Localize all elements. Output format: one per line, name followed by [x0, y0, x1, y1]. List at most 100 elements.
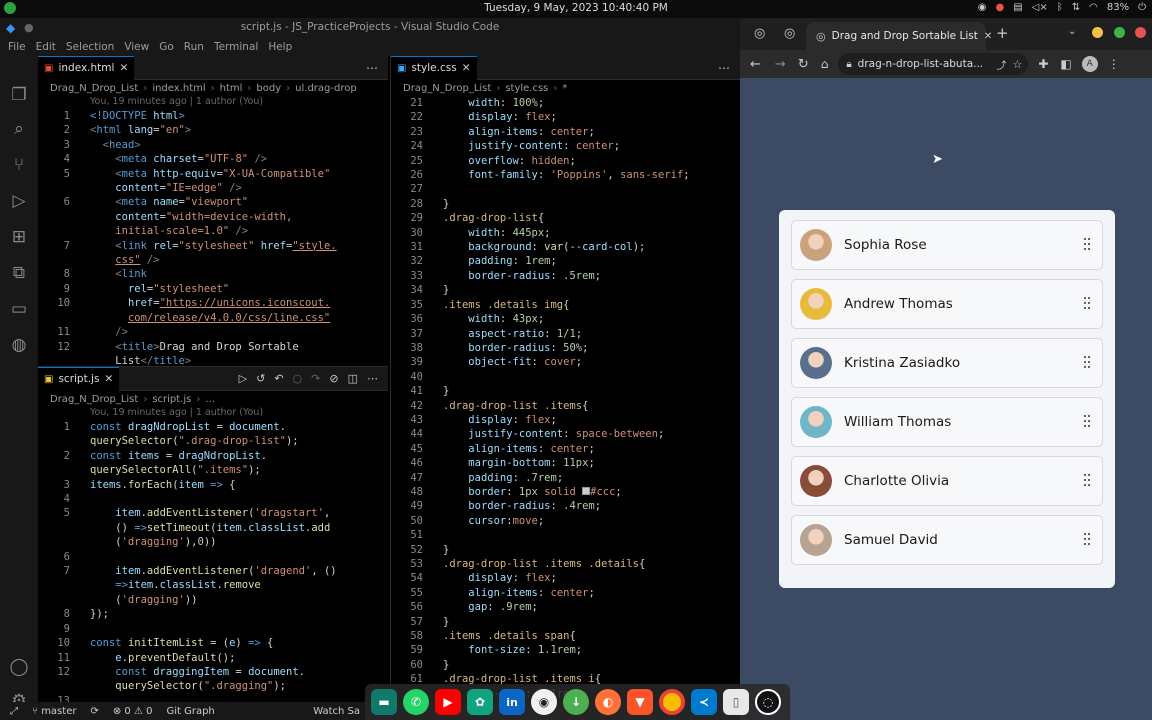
lock-icon[interactable]: 🔒︎: [846, 59, 851, 70]
search-icon[interactable]: ⌕: [8, 118, 30, 140]
maximize-button[interactable]: [1114, 27, 1125, 38]
app-indicator-icon[interactable]: ◉: [978, 2, 987, 13]
chevron-down-icon[interactable]: ⌄: [1068, 26, 1076, 37]
breadcrumb-folder[interactable]: Drag_N_Drop_List: [403, 83, 491, 94]
more-actions-icon[interactable]: ⋯: [718, 61, 730, 75]
network-icon[interactable]: ⇅: [1072, 2, 1080, 13]
firefox-icon[interactable]: ◐: [595, 689, 621, 715]
new-tab-icon[interactable]: +: [996, 24, 1009, 42]
account-icon[interactable]: ◯: [8, 656, 30, 678]
list-item[interactable]: Kristina Zasiadko: [791, 338, 1103, 388]
side-panel-icon[interactable]: ◧: [1060, 57, 1071, 71]
tab-style-css[interactable]: ▣ style.css ✕: [391, 56, 477, 80]
remote-icon[interactable]: ⤢: [10, 706, 18, 717]
explorer-icon[interactable]: ❐: [8, 84, 30, 106]
go-forward-icon[interactable]: ↷: [311, 372, 320, 385]
back-icon[interactable]: ←: [750, 57, 761, 72]
menu-selection[interactable]: Selection: [66, 41, 114, 53]
breadcrumb-file[interactable]: script.js: [152, 394, 191, 405]
go-back-icon[interactable]: ↶: [274, 372, 283, 385]
python-icon[interactable]: ⧉: [8, 262, 30, 284]
share-icon[interactable]: ⤴: [996, 57, 1006, 72]
obs-tray-icon[interactable]: ●: [995, 2, 1004, 13]
codelens-blame[interactable]: You, 19 minutes ago | 1 author (You): [38, 407, 388, 420]
menu-go[interactable]: Go: [159, 41, 174, 53]
code-index-html[interactable]: 1 <!DOCTYPE html> 2 <html lang="en"> 3 <he…: [38, 109, 388, 368]
drag-handle-icon[interactable]: [1084, 356, 1090, 370]
brave-icon[interactable]: ▼: [627, 689, 653, 715]
menu-view[interactable]: View: [124, 41, 149, 53]
menu-edit[interactable]: Edit: [36, 41, 56, 53]
drag-handle-icon[interactable]: [1084, 297, 1090, 311]
wifi-icon[interactable]: ◠: [1089, 2, 1098, 13]
split-editor-icon[interactable]: ◫: [348, 372, 358, 385]
compare-icon[interactable]: ⊘: [329, 372, 338, 385]
list-item[interactable]: Andrew Thomas: [791, 279, 1103, 329]
breadcrumb-symbol[interactable]: ...: [205, 394, 215, 405]
youtube-icon[interactable]: ▶: [435, 689, 461, 715]
menu-kebab-icon[interactable]: ⋮: [1108, 57, 1120, 71]
linkedin-icon[interactable]: in: [499, 689, 525, 715]
close-window-button[interactable]: [1135, 27, 1146, 38]
git-graph-icon[interactable]: ◍: [8, 334, 30, 356]
timeline-icon[interactable]: ↺: [256, 372, 265, 385]
drag-handle-icon[interactable]: [1084, 415, 1090, 429]
chatgpt-icon[interactable]: ✿: [467, 689, 493, 715]
minimize-button[interactable]: [1092, 27, 1103, 38]
volume-icon[interactable]: ◁×: [1032, 2, 1048, 13]
breadcrumb-body[interactable]: body: [256, 83, 281, 94]
home-icon[interactable]: ⌂: [821, 57, 829, 71]
more-actions-icon[interactable]: ⋯: [366, 61, 378, 75]
drag-handle-icon[interactable]: [1084, 474, 1090, 488]
sync-icon[interactable]: ⟳: [90, 706, 98, 717]
obs-icon[interactable]: ◌: [755, 689, 781, 715]
system-tray[interactable]: ◉ ● ▤ ◁× ᛒ ⇅ ◠ 83% ⏻: [978, 2, 1146, 13]
list-item[interactable]: Sophia Rose: [791, 220, 1103, 270]
power-icon[interactable]: ⏻: [1138, 2, 1146, 13]
breadcrumb-folder[interactable]: Drag_N_Drop_List: [50, 394, 138, 405]
code-script-js[interactable]: 1 const dragNdropList = document. querySe…: [38, 420, 388, 702]
bookmark-star-icon[interactable]: ☆: [1012, 58, 1022, 71]
vscode-icon[interactable]: ≺: [691, 689, 717, 715]
drag-handle-icon[interactable]: [1084, 238, 1090, 252]
dot-icon[interactable]: ○: [293, 372, 303, 385]
clipboard-icon[interactable]: ▤: [1013, 2, 1022, 13]
forward-icon[interactable]: →: [775, 57, 786, 72]
close-tab-icon[interactable]: ✕: [984, 31, 992, 42]
breadcrumb-ul[interactable]: ul.drag-drop: [295, 83, 357, 94]
profile-avatar[interactable]: A: [1081, 56, 1098, 72]
address-bar[interactable]: 🔒︎ drag-n-drop-list-abuta... ⤴ ☆: [838, 53, 1029, 75]
bluetooth-icon[interactable]: ᛒ: [1057, 2, 1063, 13]
extensions-icon[interactable]: ⊞: [8, 226, 30, 248]
run-icon[interactable]: ▷: [239, 372, 247, 385]
source-control-icon[interactable]: ⑂: [8, 154, 30, 176]
code-style-css[interactable]: 21 width: 100%; 22 display: flex; 23 ali…: [391, 96, 740, 701]
git-branch[interactable]: ⑂ master: [32, 706, 76, 717]
tab-script-js[interactable]: ▣ script.js ✕: [38, 367, 120, 391]
extensions-icon[interactable]: ✚: [1038, 57, 1048, 71]
download-icon[interactable]: ↓: [563, 689, 589, 715]
document-icon[interactable]: ▯: [723, 689, 749, 715]
breadcrumb-file[interactable]: index.html: [152, 83, 205, 94]
breadcrumb-selector[interactable]: *: [562, 83, 567, 94]
drag-handle-icon[interactable]: [1084, 533, 1090, 547]
problems-indicator[interactable]: ⊗ 0 ⚠ 0: [113, 706, 153, 717]
tab-index-html[interactable]: ▣ index.html ✕: [38, 56, 135, 80]
menu-file[interactable]: File: [8, 41, 26, 53]
close-icon[interactable]: ✕: [104, 373, 113, 385]
breadcrumb-html[interactable]: html: [220, 83, 243, 94]
more-actions-icon[interactable]: ⋯: [367, 372, 378, 385]
codelens-blame[interactable]: You, 19 minutes ago | 1 author (You): [38, 96, 388, 109]
run-debug-icon[interactable]: ▷: [8, 190, 30, 212]
chrome-icon[interactable]: [659, 689, 685, 715]
files-app-icon[interactable]: ▬: [371, 689, 397, 715]
pinned-tab-icon[interactable]: ◎: [784, 26, 795, 41]
git-graph-status[interactable]: Git Graph: [166, 706, 214, 717]
github-icon[interactable]: ◉: [531, 689, 557, 715]
watch-sass-button[interactable]: Watch Sa: [313, 706, 360, 717]
tab-active[interactable]: ◎ Drag and Drop Sortable List ✕: [806, 22, 992, 50]
list-item[interactable]: William Thomas: [791, 397, 1103, 447]
breadcrumb-file[interactable]: style.css: [505, 83, 548, 94]
reload-icon[interactable]: ↻: [798, 57, 809, 72]
close-icon[interactable]: ✕: [462, 62, 471, 74]
